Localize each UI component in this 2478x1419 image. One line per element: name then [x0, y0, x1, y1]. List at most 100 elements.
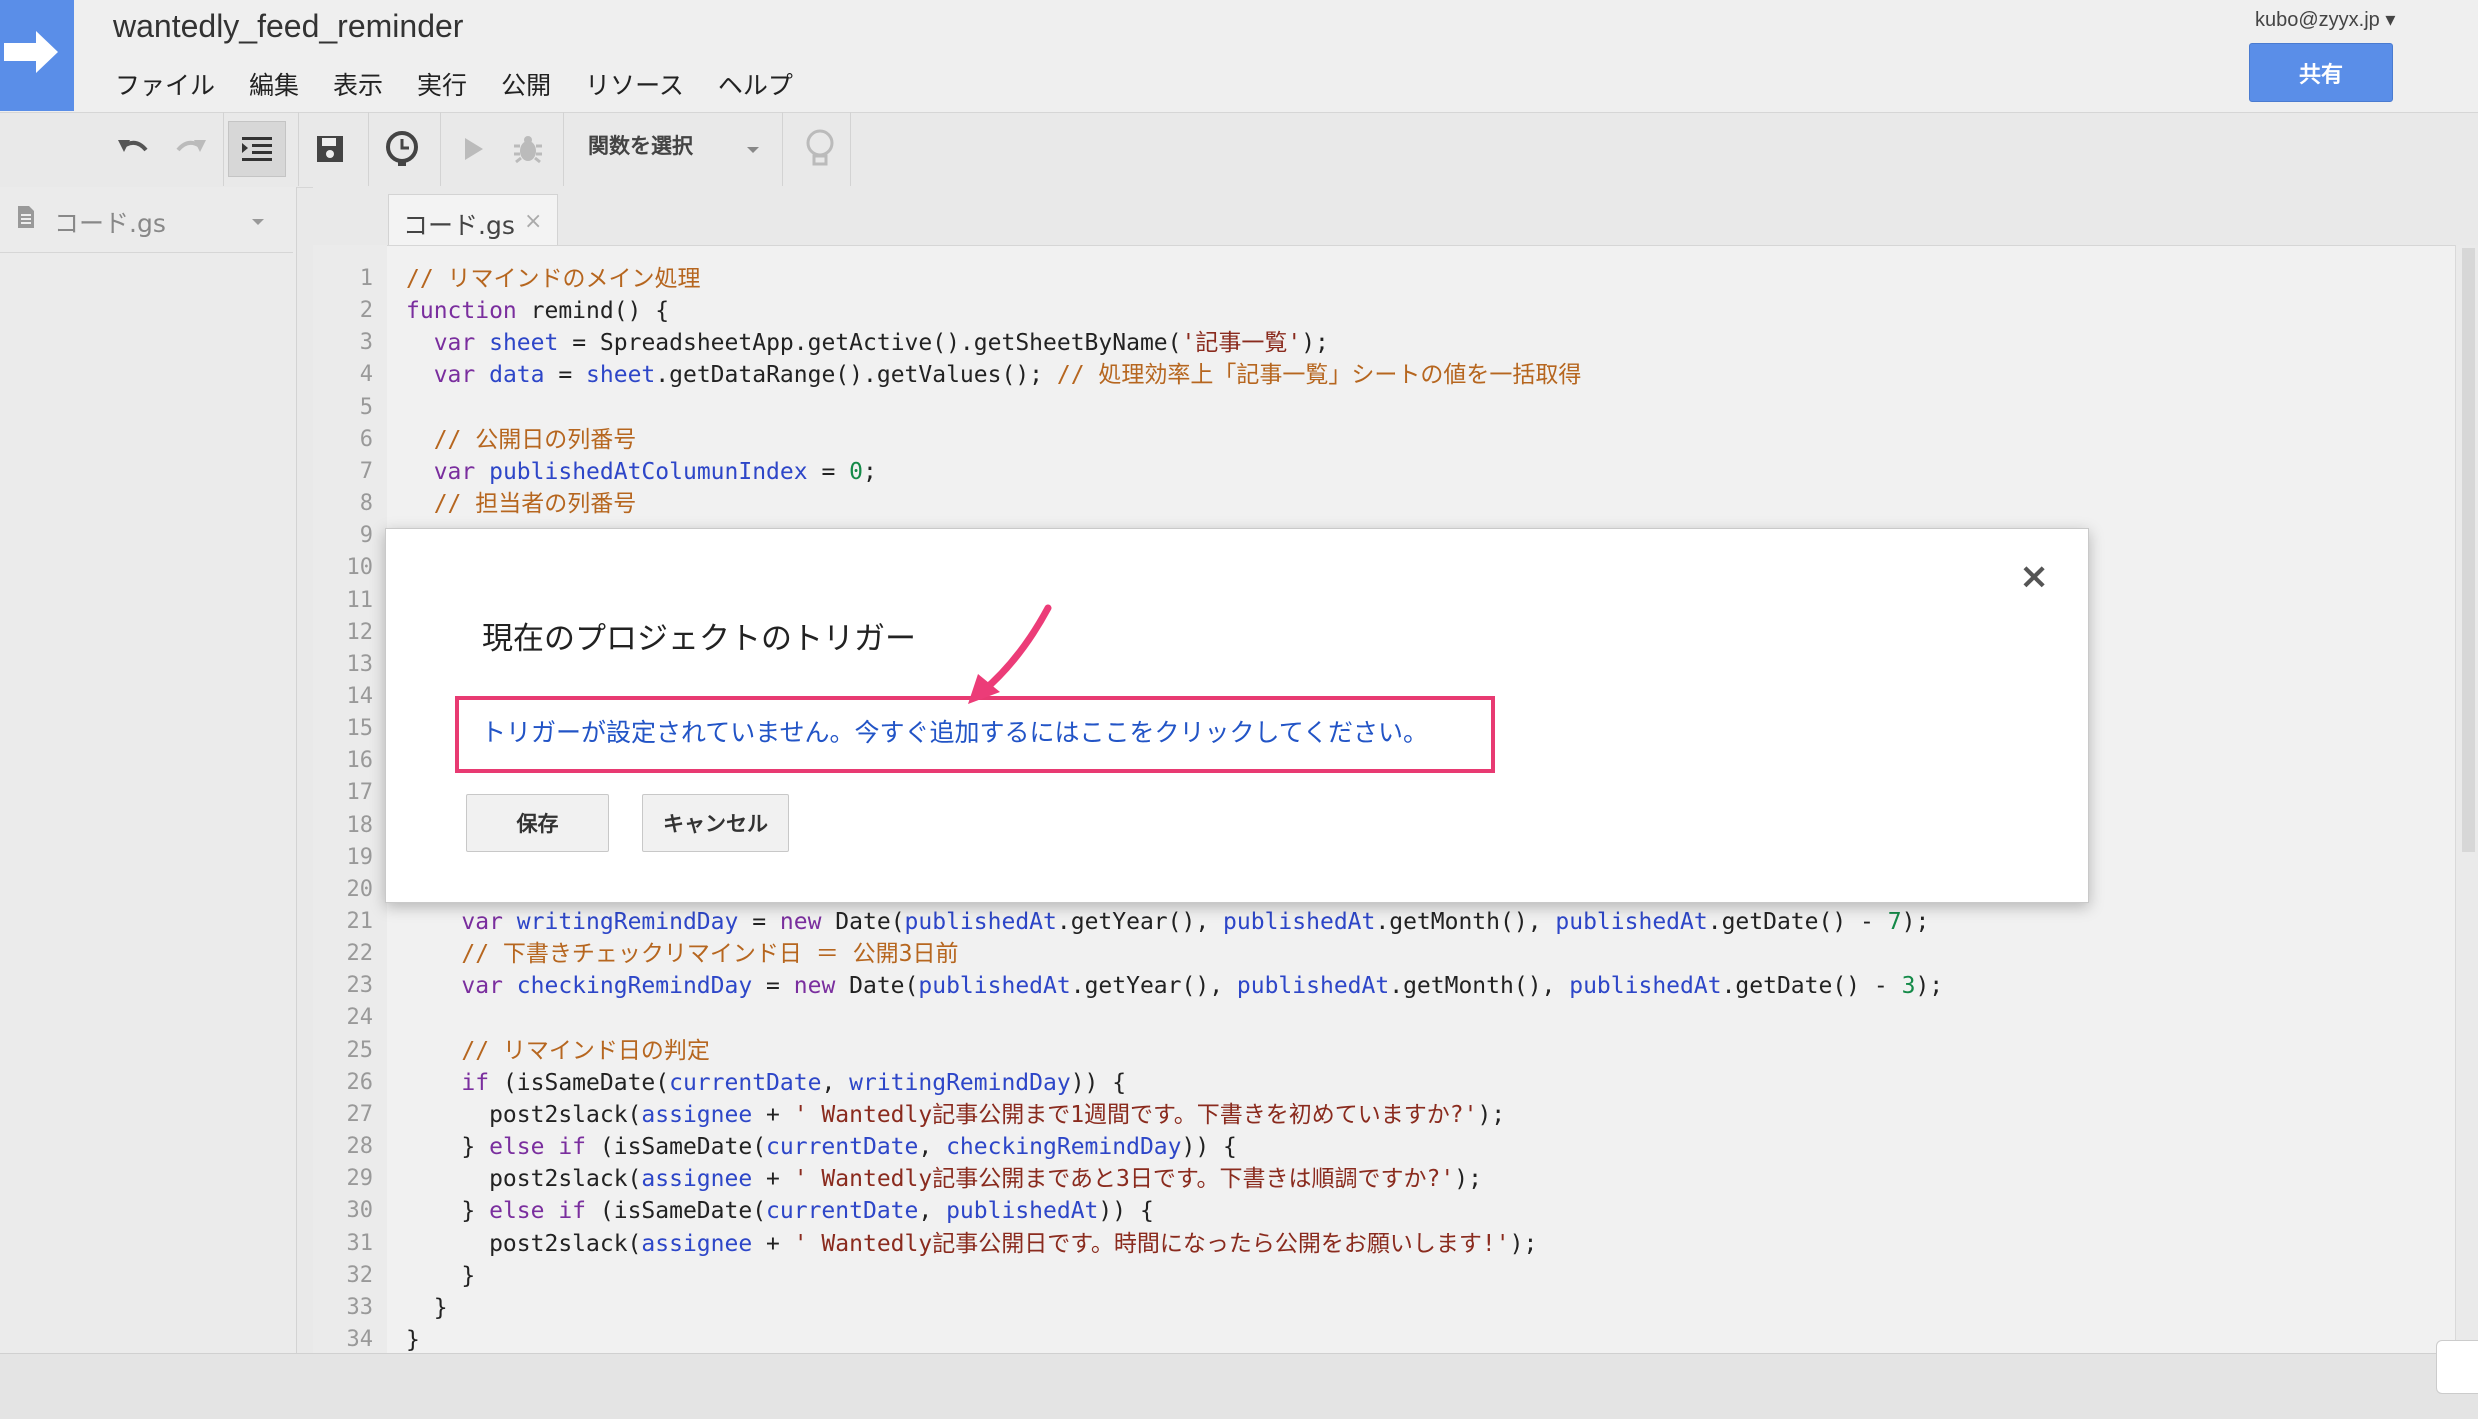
add-trigger-link[interactable]: トリガーが設定されていません。今すぐ追加するにはここをクリックしてください。	[481, 713, 1428, 749]
menu-resources[interactable]: リソース	[585, 66, 684, 102]
redo-icon[interactable]	[160, 120, 220, 178]
status-bar	[0, 1353, 2478, 1419]
menu-view[interactable]: 表示	[333, 66, 383, 102]
sidebar-divider	[0, 252, 293, 253]
line-number: 34	[346, 1327, 374, 1352]
code-line[interactable]: var publishedAtColumunIndex = 0;	[406, 456, 877, 488]
scrollbar-thumb[interactable]	[2462, 248, 2475, 852]
line-number: 21	[346, 909, 374, 934]
code-line[interactable]: }	[406, 1260, 475, 1292]
code-line[interactable]: // 下書きチェックリマインド日 ＝ 公開3日前	[406, 938, 958, 970]
line-number: 2	[359, 298, 373, 323]
line-number: 18	[346, 813, 374, 838]
code-line[interactable]: // 公開日の列番号	[406, 424, 637, 456]
line-number: 20	[346, 877, 374, 902]
code-line[interactable]: var writingRemindDay = new Date(publishe…	[406, 906, 1929, 938]
editor-tabbar	[313, 187, 2478, 245]
menu-file[interactable]: ファイル	[115, 66, 215, 102]
line-number: 8	[359, 491, 373, 516]
code-line[interactable]: var sheet = SpreadsheetApp.getActive().g…	[406, 327, 1329, 359]
cancel-button[interactable]: キャンセル	[642, 794, 789, 852]
code-line[interactable]: // リマインド日の判定	[406, 1035, 710, 1067]
code-line[interactable]: post2slack(assignee + ' Wantedly記事公開日です。…	[406, 1228, 1537, 1260]
code-line[interactable]: var data = sheet.getDataRange().getValue…	[406, 359, 1582, 391]
menu-run[interactable]: 実行	[417, 66, 467, 102]
project-title[interactable]: wantedly_feed_reminder	[113, 8, 463, 45]
line-number: 13	[346, 652, 374, 677]
toolbar-separator	[223, 112, 224, 186]
line-number: 33	[346, 1295, 374, 1320]
line-number: 16	[346, 748, 374, 773]
line-number: 28	[346, 1134, 374, 1159]
file-sidebar	[0, 187, 297, 1353]
line-number: 11	[346, 588, 374, 613]
line-number: 29	[346, 1166, 374, 1191]
line-number: 6	[359, 427, 373, 452]
tab-label[interactable]: コード.gs	[403, 206, 515, 242]
code-line[interactable]: // リマインドのメイン処理	[406, 263, 701, 295]
line-number: 4	[359, 362, 373, 387]
menu-help[interactable]: ヘルプ	[718, 66, 793, 102]
code-line[interactable]: var checkingRemindDay = new Date(publish…	[406, 970, 1943, 1002]
toolbar-separator	[850, 112, 851, 186]
line-number: 12	[346, 620, 374, 645]
line-number: 10	[346, 555, 374, 580]
lightbulb-icon[interactable]	[790, 120, 850, 178]
line-number: 32	[346, 1263, 374, 1288]
line-number: 27	[346, 1102, 374, 1127]
line-number: 17	[346, 780, 374, 805]
line-number: 1	[359, 266, 373, 291]
line-number: 14	[346, 684, 374, 709]
sidebar-file-code-gs[interactable]: コード.gs	[54, 204, 166, 240]
toolbar-separator	[782, 112, 783, 186]
toolbar-separator	[368, 112, 369, 186]
account-email[interactable]: kubo@zyyx.jp ▾	[2255, 7, 2395, 32]
menu-publish[interactable]: 公開	[501, 66, 551, 102]
line-number: 9	[359, 523, 373, 548]
code-line[interactable]: }	[406, 1324, 420, 1356]
close-icon[interactable]: ×	[2019, 556, 2049, 597]
line-number: 22	[346, 941, 374, 966]
menu-bar: ファイル 編集 表示 実行 公開 リソース ヘルプ	[115, 66, 827, 102]
dialog-title: 現在のプロジェクトのトリガー	[482, 621, 916, 657]
line-number: 7	[359, 459, 373, 484]
code-line[interactable]: function remind() {	[406, 295, 669, 327]
toolbar-separator	[440, 112, 441, 186]
code-line[interactable]: post2slack(assignee + ' Wantedly記事公開まであと…	[406, 1163, 1482, 1195]
file-icon	[16, 204, 36, 234]
panel-toggle-button[interactable]	[2436, 1340, 2478, 1394]
code-line[interactable]: if (isSameDate(currentDate, writingRemin…	[406, 1067, 1126, 1099]
save-icon[interactable]	[300, 120, 360, 178]
debug-bug-icon[interactable]	[498, 120, 558, 178]
share-button[interactable]: 共有	[2249, 43, 2393, 102]
undo-icon[interactable]	[104, 120, 164, 178]
line-number: 30	[346, 1198, 374, 1223]
line-number: 5	[359, 395, 373, 420]
line-number: 31	[346, 1231, 374, 1256]
line-number: 26	[346, 1070, 374, 1095]
indent-icon[interactable]	[228, 121, 286, 177]
code-line[interactable]: // 担当者の列番号	[406, 488, 637, 520]
toolbar-separator	[563, 112, 564, 186]
code-line[interactable]: } else if (isSameDate(currentDate, publi…	[406, 1195, 1153, 1227]
close-icon[interactable]: ×	[524, 209, 542, 234]
apps-script-logo[interactable]	[0, 0, 74, 111]
code-line[interactable]: }	[406, 1292, 448, 1324]
code-line[interactable]: } else if (isSameDate(currentDate, check…	[406, 1131, 1237, 1163]
code-line[interactable]: post2slack(assignee + ' Wantedly記事公開まで1週…	[406, 1099, 1505, 1131]
line-number: 3	[359, 330, 373, 355]
save-button[interactable]: 保存	[466, 794, 609, 852]
toolbar-separator	[298, 112, 299, 186]
menu-edit[interactable]: 編集	[249, 66, 299, 102]
line-number: 19	[346, 845, 374, 870]
annotation-arrow-icon	[968, 604, 1052, 704]
line-number: 15	[346, 716, 374, 741]
triggers-clock-icon[interactable]	[372, 120, 432, 178]
line-number: 24	[346, 1005, 374, 1030]
function-select[interactable]: 関数を選択	[588, 130, 693, 160]
line-number: 25	[346, 1038, 374, 1063]
run-icon[interactable]	[444, 120, 504, 178]
chevron-down-icon[interactable]	[746, 140, 760, 159]
chevron-down-icon[interactable]	[251, 212, 265, 231]
line-number: 23	[346, 973, 374, 998]
